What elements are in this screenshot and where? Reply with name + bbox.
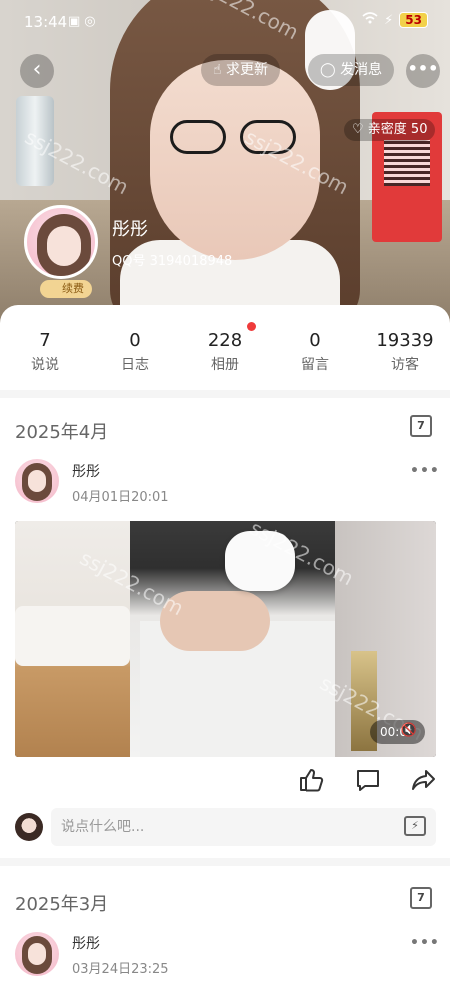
post-video[interactable]: ssj222.com ssj222.com ssj222.com 00:00 🔇 [15,521,436,757]
stat-visitors[interactable]: 19339 访客 [360,330,450,375]
post-more-button[interactable]: ••• [410,463,440,479]
my-avatar [15,813,43,841]
stat-label: 访客 [391,357,419,373]
renew-badge[interactable]: 续费 [40,280,92,298]
stat-blog[interactable]: 0 日志 [90,330,180,375]
intimacy-label: 亲密度 50 [367,122,428,137]
battery-level: 53 [399,12,428,28]
avatar[interactable] [24,205,98,279]
stat-number: 0 [129,330,141,351]
comment-icon [357,770,379,791]
stat-number: 7 [39,330,51,351]
divider [0,858,450,866]
chat-icon: ◯ [320,62,336,78]
heart-icon: ♡ [352,122,364,137]
more-icon: ••• [407,59,439,78]
stat-messages[interactable]: 0 留言 [270,330,360,375]
stat-label: 相册 [211,357,239,373]
like-button[interactable] [297,767,325,795]
send-message-label: 发消息 [340,62,383,78]
video-scene-left [15,521,130,757]
status-time: 13:44 [24,13,68,31]
comment-button[interactable] [354,767,382,795]
request-update-label: 求更新 [225,62,268,78]
profile-page: ssj222.com ssj222.com ssj222.com 13:44 ▣… [0,0,450,1000]
post-author[interactable]: 彤彤 [72,933,100,953]
chevron-left-icon: ‹ [32,57,42,82]
stat-label: 日志 [121,357,149,373]
status-app-icons: ▣◎ [68,14,100,29]
post-date: 04月01日20:01 [72,490,169,505]
share-icon [412,770,435,790]
status-right: ⚡ 53 [362,12,428,28]
charging-icon: ⚡ [384,12,394,28]
qr-code [384,140,430,186]
post-date: 03月24日23:25 [72,962,169,977]
more-options-button[interactable]: ••• [406,54,440,88]
mute-icon[interactable]: 🔇 [399,723,419,741]
post-avatar[interactable] [15,932,59,976]
renew-label: 续费 [62,282,84,295]
month-header: 2025年4月 [15,422,109,443]
thumb-up-icon: ☝ [213,62,222,78]
intimacy-badge[interactable]: ♡ 亲密度 50 [344,119,436,141]
thumb-up-icon [300,769,324,792]
post-more-button[interactable]: ••• [410,935,440,951]
calendar-icon[interactable]: 7 [410,415,432,437]
calendar-icon[interactable]: 7 [410,887,432,909]
stats-bar: 7 说说 0 日志 228 相册 0 留言 19339 访客 [0,330,450,375]
stat-number: 0 [309,330,321,351]
request-update-button[interactable]: ☝ 求更新 [201,54,280,86]
profile-name: 彤彤 [112,219,148,240]
stat-label: 留言 [301,357,329,373]
post-author[interactable]: 彤彤 [72,461,100,481]
comment-input[interactable]: 说点什么吧... [51,808,436,846]
status-bar: 13:44 ▣◎ ⚡ 53 [0,0,450,44]
stat-number: 19339 [376,330,434,351]
qq-number: QQ号 3194018948 [112,254,233,269]
share-button[interactable] [410,767,438,795]
wifi-icon [362,12,378,28]
emoji-icon[interactable]: ⚡ [404,816,426,836]
stat-number: 228 [207,330,243,351]
stat-album[interactable]: 228 相册 [180,330,270,375]
back-button[interactable]: ‹ [20,54,54,88]
stat-moments[interactable]: 7 说说 [0,330,90,375]
send-message-button[interactable]: ◯ 发消息 [308,54,395,86]
post-avatar[interactable] [15,459,59,503]
month-header: 2025年3月 [15,894,109,915]
divider [0,390,450,398]
stat-label: 说说 [31,357,59,373]
